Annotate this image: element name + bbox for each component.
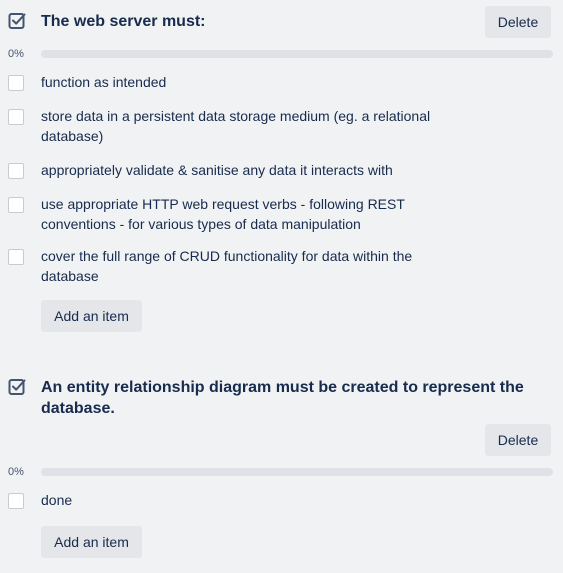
item-checkbox[interactable]	[8, 197, 24, 213]
item-text[interactable]: function as intended	[41, 72, 461, 92]
progress-percent: 0%	[8, 466, 24, 478]
add-item-button[interactable]: Add an item	[41, 526, 142, 558]
item-text[interactable]: appropriately validate & sanitise any da…	[41, 160, 461, 180]
item-text[interactable]: done	[41, 490, 461, 510]
checklist-title[interactable]: The web server must:	[41, 11, 471, 32]
progress-percent: 0%	[8, 48, 24, 60]
item-text[interactable]: cover the full range of CRUD functionali…	[41, 246, 461, 286]
progress-bar	[41, 50, 553, 58]
checklist-icon	[8, 12, 26, 30]
item-checkbox[interactable]	[8, 493, 24, 509]
item-text[interactable]: use appropriate HTTP web request verbs -…	[41, 194, 461, 234]
add-item-button[interactable]: Add an item	[41, 300, 142, 332]
item-checkbox[interactable]	[8, 109, 24, 125]
progress-bar	[41, 468, 553, 476]
delete-checklist-button[interactable]: Delete	[485, 6, 551, 38]
delete-checklist-button[interactable]: Delete	[485, 424, 551, 456]
item-checkbox[interactable]	[8, 75, 24, 91]
item-checkbox[interactable]	[8, 249, 24, 265]
item-text[interactable]: store data in a persistent data storage …	[41, 106, 461, 146]
item-checkbox[interactable]	[8, 163, 24, 179]
checklist-title[interactable]: An entity relationship diagram must be c…	[41, 377, 536, 419]
checklist-icon	[8, 378, 26, 396]
